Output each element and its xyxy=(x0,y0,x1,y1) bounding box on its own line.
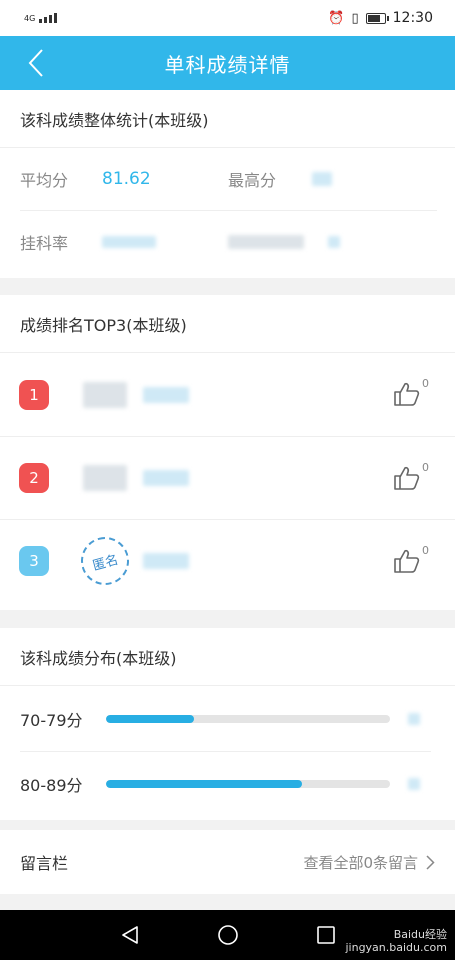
score-range-label: 70-79分 xyxy=(20,710,83,730)
redacted-label xyxy=(228,234,304,249)
thumbs-up-icon xyxy=(394,382,420,406)
back-arrow-icon xyxy=(28,49,43,77)
like-count: 0 xyxy=(422,544,429,557)
student-name-redacted xyxy=(143,470,189,486)
fail-label: 挂科率 xyxy=(20,233,69,253)
watermark: Baidu经验 jingyan.baidu.com xyxy=(345,928,447,954)
count-redacted xyxy=(408,778,420,790)
anonymous-avatar: 匿名 xyxy=(75,531,135,591)
distribution-bar-fill xyxy=(106,714,195,723)
like-count: 0 xyxy=(422,377,429,390)
count-redacted xyxy=(408,712,420,725)
like-button[interactable]: 0 xyxy=(393,377,429,407)
signal-bar xyxy=(54,13,58,23)
watermark-brand: Baidu经验 xyxy=(393,928,447,941)
recents-square-icon[interactable] xyxy=(315,924,337,946)
rank-row: 2 0 xyxy=(0,436,455,519)
thumbs-up-icon xyxy=(394,466,420,490)
signal-indicator: 4G xyxy=(24,13,58,23)
avg-value: 81.62 xyxy=(102,169,151,189)
alarm-icon: ⏰ xyxy=(328,10,345,26)
system-nav-bar: Baidu经验 jingyan.baidu.com xyxy=(0,910,455,960)
distribution-section: 该科成绩分布(本班级) 70-79分 80-89分 xyxy=(0,628,455,820)
status-bar: 4G ⏰ ▯ 12:30 xyxy=(0,0,455,36)
home-circle-icon[interactable] xyxy=(217,924,239,946)
avatar xyxy=(75,453,135,503)
avg-label: 平均分 xyxy=(20,171,69,190)
stats-title: 该科成绩整体统计(本班级) xyxy=(0,90,455,148)
rank-row: 1 0 xyxy=(0,353,455,436)
status-time: 12:30 xyxy=(392,10,433,26)
score-range-label: 80-89分 xyxy=(20,776,83,795)
student-name-redacted xyxy=(143,553,189,569)
view-all-messages-text: 查看全部0条留言 xyxy=(303,853,418,872)
network-label: 4G xyxy=(24,14,36,23)
distribution-bar-fill xyxy=(106,780,302,788)
message-row[interactable]: 留言栏 查看全部0条留言 xyxy=(0,830,455,894)
like-button[interactable]: 0 xyxy=(393,461,429,491)
distribution-title: 该科成绩分布(本班级) xyxy=(0,628,455,686)
app-header: 单科成绩详情 xyxy=(0,36,455,90)
top3-title: 成绩排名TOP3(本班级) xyxy=(0,295,455,353)
rank-badge: 3 xyxy=(19,546,49,576)
like-count: 0 xyxy=(422,461,429,474)
avatar-redacted xyxy=(83,381,127,408)
distribution-bar xyxy=(106,714,390,723)
view-all-messages-link[interactable]: 查看全部0条留言 xyxy=(303,852,435,873)
back-triangle-icon[interactable] xyxy=(119,924,141,946)
signal-bar xyxy=(39,19,43,23)
signal-bar xyxy=(44,17,48,23)
top3-section: 成绩排名TOP3(本班级) 1 0 2 0 3 匿名 0 xyxy=(0,295,455,610)
back-button[interactable] xyxy=(20,46,52,80)
signal-bar xyxy=(49,15,53,23)
battery-icon xyxy=(365,12,389,24)
avatar: 匿名 xyxy=(75,531,135,591)
avatar xyxy=(75,370,135,420)
thumbs-up-icon xyxy=(394,549,420,573)
distribution-row: 80-89分 xyxy=(20,751,431,816)
watermark-url: jingyan.baidu.com xyxy=(345,941,447,954)
fail-value-redacted xyxy=(102,235,156,248)
message-section: 留言栏 查看全部0条留言 xyxy=(0,830,455,894)
rank-badge: 1 xyxy=(19,379,49,410)
stats-section: 该科成绩整体统计(本班级) 平均分 81.62 最高分 挂科率 xyxy=(0,90,455,278)
distribution-bar xyxy=(106,780,390,788)
avatar-redacted xyxy=(83,465,127,491)
redacted-value xyxy=(328,235,340,248)
rank-badge: 2 xyxy=(19,463,49,493)
battery-fill xyxy=(367,14,381,22)
student-name-redacted xyxy=(143,386,189,403)
message-board-label: 留言栏 xyxy=(20,854,69,873)
stats-row-avg-max: 平均分 81.62 最高分 xyxy=(20,148,437,210)
page-title: 单科成绩详情 xyxy=(164,52,291,77)
rank-row: 3 匿名 0 xyxy=(0,519,455,602)
distribution-row: 70-79分 xyxy=(20,686,431,751)
like-button[interactable]: 0 xyxy=(393,544,429,574)
vibrate-icon: ▯ xyxy=(351,10,359,26)
max-label: 最高分 xyxy=(228,171,277,190)
max-value-redacted xyxy=(312,172,332,186)
chevron-right-icon xyxy=(426,854,435,870)
stats-row-fail: 挂科率 xyxy=(20,210,437,272)
